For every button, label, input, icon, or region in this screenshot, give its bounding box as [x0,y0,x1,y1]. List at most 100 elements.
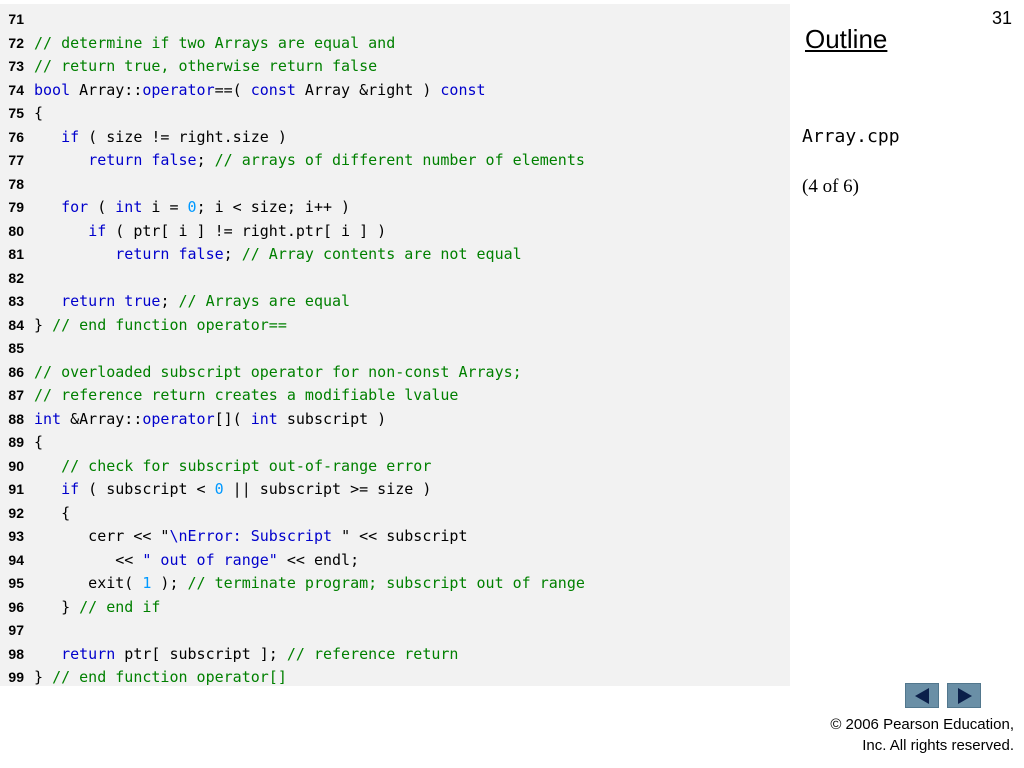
code-token: << endl; [277,550,360,569]
code-token: // determine if two Arrays are equal and [34,33,396,52]
code-line: 82 [0,267,585,291]
code-token: subscript ) [277,409,387,428]
line-number: 95 [8,575,24,591]
code-line: 91 if ( subscript < 0 || subscript >= si… [0,478,585,502]
code-token: { [34,433,44,451]
code-token: || subscript >= size ) [223,480,432,498]
line-number: 79 [8,199,24,215]
code-token: // reference return [286,644,459,663]
code-token: ; [196,151,215,169]
code-token: // end function operator== [52,315,287,334]
previous-slide-button[interactable] [905,683,939,708]
code-token: " << subscript [341,527,468,545]
next-slide-button[interactable] [947,683,981,708]
code-line: 72 // determine if two Arrays are equal a… [0,32,585,56]
code-line: 81 return false; // Array contents are n… [0,243,585,267]
code-token: return false [88,151,197,169]
code-line: 94 << " out of range" << endl; [0,549,585,573]
line-number: 78 [8,175,24,192]
code-token: ( size != right.size ) [79,127,287,146]
code-token: []( [214,409,251,428]
triangle-right-icon [958,688,972,704]
copyright-line-2: Inc. All rights reserved. [862,737,1014,754]
code-token: ==( [214,80,251,99]
code-token: ( subscript < [79,480,215,498]
code-token: return true [61,292,161,310]
line-number: 80 [8,222,24,239]
code-token: // end if [79,597,161,616]
code-line: 96 } // end if [0,596,585,620]
line-number: 72 [8,34,24,51]
code-token: { [34,503,71,522]
code-token: << [34,550,143,569]
code-token: operator [142,80,215,99]
code-line: 75 { [0,102,585,126]
code-token: operator [142,409,215,428]
code-token: { [34,104,44,122]
code-token: // overloaded subscript operator for non… [34,362,522,381]
code-token: int [115,198,143,216]
outline-link[interactable]: Outline [805,24,887,55]
code-token: } [34,315,53,334]
code-token: const [250,80,296,99]
line-number: 94 [8,551,24,568]
code-token: const [440,80,486,99]
line-number: 73 [8,58,24,74]
line-number: 98 [8,645,24,662]
code-token: // return true, otherwise return false [34,57,378,75]
code-token: " out of range" [142,550,278,569]
line-number: 90 [8,457,24,474]
line-number: 86 [8,363,24,380]
code-token: ; i < size; i++ ) [196,198,351,216]
line-number: 85 [8,340,24,356]
line-number: 93 [8,528,24,544]
code-token: 0 [187,198,197,216]
code-token: } [34,668,53,686]
code-line: 80 if ( ptr[ i ] != right.ptr[ i ] ) [0,220,585,244]
code-line: 77 return false; // arrays of different … [0,149,585,173]
line-number: 87 [8,387,24,403]
code-line: 79 for ( int i = 0; i < size; i++ ) [0,196,585,220]
code-token: // reference return creates a modifiable… [34,386,459,404]
code-line: 97 [0,619,585,643]
code-token: &Array:: [61,409,143,428]
code-lines: 71 72 // determine if two Arrays are equal… [0,8,585,690]
code-token: i = [142,198,188,216]
code-line: 74 bool Array::operator==( const Array &r… [0,79,585,103]
code-token: // Array contents are not equal [241,245,522,263]
code-token: // arrays of different number of element… [214,151,585,169]
code-line: 76 if ( size != right.size ) [0,126,585,150]
code-token: ); [151,574,188,592]
code-line: 93 cerr << "\nError: Subscript " << subs… [0,525,585,549]
code-token: // terminate program; subscript out of r… [187,574,585,592]
copyright-line-1: © 2006 Pearson Education, [830,716,1014,733]
code-token: ; [160,292,179,310]
line-number: 71 [8,11,24,27]
code-token: int [34,409,62,428]
line-number: 96 [8,598,24,615]
line-number: 91 [8,481,24,497]
line-number: 92 [8,504,24,521]
line-number: 97 [8,622,24,638]
code-token: \nError: Subscript [169,527,342,545]
line-number: 74 [8,81,24,98]
line-number: 88 [8,410,24,427]
code-line: 92 { [0,502,585,526]
code-token: bool [34,80,71,99]
code-token: Array &right ) [295,80,441,99]
code-token: // end function operator[] [52,668,287,686]
code-token: Array:: [70,80,143,99]
file-name-label: Array.cpp [802,126,900,147]
code-token: // check for subscript out-of-range erro… [61,456,432,475]
code-token: int [250,409,278,428]
code-line: 98 return ptr[ subscript ]; // reference… [0,643,585,667]
code-token: exit( [34,574,143,592]
code-line: 90 // check for subscript out-of-range e… [0,455,585,479]
code-token: for [61,198,89,216]
